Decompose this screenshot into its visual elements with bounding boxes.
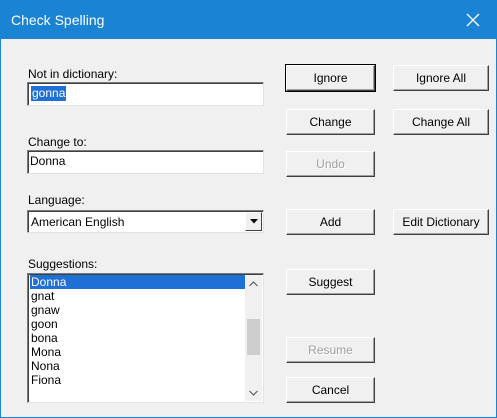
suggestion-item[interactable]: Mona [30, 345, 246, 359]
suggestion-item[interactable]: gnaw [30, 303, 246, 317]
suggestion-item[interactable]: bona [30, 331, 246, 345]
not-in-dictionary-value: gonna [31, 86, 67, 101]
change-to-label: Change to: [28, 135, 87, 149]
close-button[interactable] [450, 1, 496, 39]
ignore-button[interactable]: Ignore [285, 64, 376, 92]
title-bar[interactable]: Check Spelling [1, 1, 496, 39]
edit-dictionary-button[interactable]: Edit Dictionary [393, 209, 489, 235]
suggestions-label: Suggestions: [28, 257, 98, 271]
undo-button[interactable]: Undo [286, 151, 375, 177]
check-spelling-dialog: Check Spelling Not in dictionary: gonna … [0, 0, 497, 418]
scroll-thumb[interactable] [247, 319, 260, 355]
suggestion-item[interactable]: Nona [30, 359, 246, 373]
suggestions-scrollbar[interactable] [245, 275, 262, 401]
add-button[interactable]: Add [286, 209, 375, 235]
dialog-title: Check Spelling [11, 12, 105, 28]
not-in-dictionary-label: Not in dictionary: [28, 67, 118, 81]
language-select[interactable]: American English [27, 210, 264, 233]
language-label: Language: [28, 193, 85, 207]
chevron-down-icon [249, 390, 258, 396]
suggestion-item[interactable]: gnat [30, 289, 246, 303]
close-icon [466, 13, 480, 27]
suggestion-item[interactable]: goon [30, 317, 246, 331]
not-in-dictionary-field[interactable]: gonna [27, 82, 264, 106]
change-all-button[interactable]: Change All [393, 109, 489, 135]
chevron-down-icon [249, 219, 258, 224]
suggestion-item-selected[interactable]: Donna [30, 275, 246, 289]
scroll-up-button[interactable] [245, 275, 262, 292]
change-to-field[interactable] [27, 150, 264, 174]
dialog-body: Not in dictionary: gonna Change to: Lang… [1, 39, 496, 417]
suggest-button[interactable]: Suggest [286, 269, 375, 295]
change-to-input[interactable] [30, 153, 250, 169]
resume-button[interactable]: Resume [286, 337, 375, 363]
suggestion-item[interactable]: Fiona [30, 373, 246, 387]
suggestions-list[interactable]: Donna gnat gnaw goon bona Mona Nona Fion… [27, 273, 264, 403]
cancel-button[interactable]: Cancel [286, 377, 375, 403]
ignore-all-button[interactable]: Ignore All [393, 65, 489, 91]
change-button[interactable]: Change [286, 109, 375, 135]
language-dropdown-button[interactable] [245, 212, 262, 231]
scroll-down-button[interactable] [245, 384, 262, 401]
chevron-up-icon [249, 280, 258, 286]
language-selected-value: American English [31, 215, 125, 229]
